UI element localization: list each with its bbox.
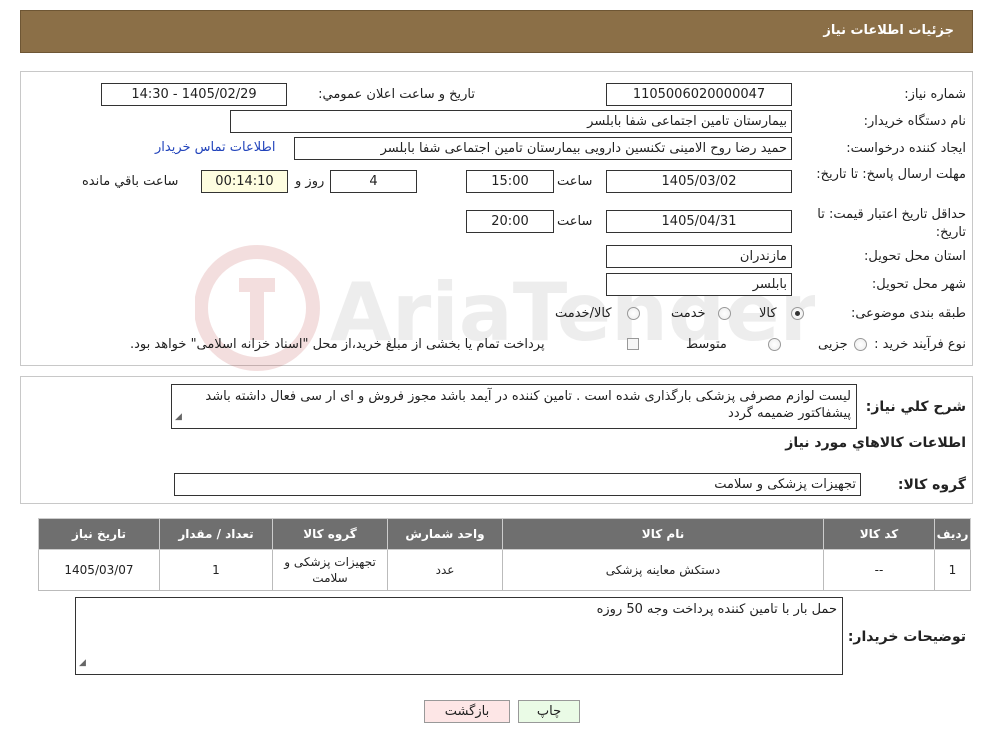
category-service-label: خدمت (671, 306, 706, 321)
province-label: استان محل تحويل: (864, 249, 966, 264)
description-text: لیست لوازم مصرفی پزشکی بارگذاری شده است … (205, 389, 851, 421)
category-service-radio[interactable] (718, 307, 731, 320)
resize-grip-icon[interactable]: ◢ (79, 655, 86, 672)
buyer-notes-text: حمل بار با تامین کننده پرداخت وجه 50 روز… (596, 602, 837, 617)
treasury-bonds-note: پرداخت تمام یا بخشی از مبلغ خرید،از محل … (130, 337, 545, 352)
category-goods-service-label: کالا/خدمت (555, 306, 612, 321)
category-goods-label: کالا (759, 306, 777, 321)
category-goods-radio[interactable] (791, 307, 804, 320)
page-title: جزئیات اطلاعات نیاز (823, 23, 954, 38)
need-number-field: 1105006020000047 (606, 83, 792, 106)
creator-field: حمید رضا روح الامینی تکنسین دارویی بیمار… (294, 137, 792, 160)
days-label: روز و (295, 174, 325, 189)
need-number-label: شماره نیاز: (904, 87, 966, 102)
goods-group-label: گروه کالا: (897, 477, 966, 493)
deadline-date-field: 1405/03/02 (606, 170, 792, 193)
cell-row-number: 1 (934, 549, 971, 591)
items-table-wrap: رديف کد کالا نام کالا واحد شمارش گروه کا… (38, 518, 971, 591)
buyer-contact-link[interactable]: اطلاعات تماس خريدار (155, 140, 275, 155)
deadline-label: مهلت ارسال پاسخ: تا تاريخ: (816, 167, 966, 182)
price-validity-time-field: 20:00 (466, 210, 554, 233)
treasury-bonds-checkbox[interactable] (627, 338, 639, 350)
price-validity-time-label: ساعت (557, 214, 593, 229)
announce-datetime-field: 1405/02/29 - 14:30 (101, 83, 287, 106)
creator-label: ايجاد کننده درخواست: (846, 141, 966, 156)
buyer-notes-label: توضيحات خريدار: (847, 629, 966, 645)
purchase-minor-label: جزیی (818, 337, 848, 352)
buyer-org-field: بیمارستان تامین اجتماعی شفا بابلسر (230, 110, 792, 133)
cell-quantity: 1 (159, 549, 273, 591)
category-label: طبقه بندی موضوعی: (850, 306, 966, 321)
back-button[interactable]: بازگشت (424, 700, 510, 723)
resize-grip-icon[interactable]: ◢ (175, 409, 182, 426)
cell-unit: عدد (387, 549, 503, 591)
purchase-minor-radio[interactable] (854, 338, 867, 351)
col-quantity: تعداد / مقدار (159, 518, 273, 550)
description-textarea[interactable]: لیست لوازم مصرفی پزشکی بارگذاری شده است … (171, 384, 857, 429)
goods-group-field: تجهیزات پزشکی و سلامت (174, 473, 861, 496)
cell-need-date: 1405/03/07 (38, 549, 160, 591)
remaining-time-field: 00:14:10 (201, 170, 288, 193)
purchase-type-label: نوع فرآیند خرید : (874, 337, 966, 352)
announce-datetime-label: تاريخ و ساعت اعلان عمومي: (318, 87, 475, 102)
deadline-time-label: ساعت (557, 174, 593, 189)
cell-goods-name: دستکش معاینه پزشکی (502, 549, 824, 591)
price-validity-label: حداقل تاريخ اعتبار قيمت: تا تاريخ: (817, 207, 966, 240)
buyer-org-label: نام دستگاه خريدار: (863, 114, 966, 129)
col-row-number: رديف (934, 518, 971, 550)
print-button[interactable]: چاپ (518, 700, 580, 723)
remaining-time-label: ساعت باقي مانده (82, 174, 179, 189)
purchase-medium-label: متوسط (686, 337, 727, 352)
col-goods-code: کد کالا (823, 518, 935, 550)
price-validity-date-field: 1405/04/31 (606, 210, 792, 233)
city-label: شهر محل تحويل: (871, 277, 966, 292)
table-row: 1 -- دستکش معاینه پزشکی عدد تجهیزات پزشک… (38, 549, 971, 591)
cell-goods-group: تجهیزات پزشکی و سلامت (272, 549, 388, 591)
days-remaining-field: 4 (330, 170, 417, 193)
province-field: مازندران (606, 245, 792, 268)
goods-info-title: اطلاعات کالاهاي مورد نياز (785, 435, 966, 451)
city-field: بابلسر (606, 273, 792, 296)
table-header-row: رديف کد کالا نام کالا واحد شمارش گروه کا… (38, 518, 971, 550)
items-table: رديف کد کالا نام کالا واحد شمارش گروه کا… (38, 518, 971, 591)
col-need-date: تاريخ نياز (38, 518, 160, 550)
col-unit: واحد شمارش (387, 518, 503, 550)
deadline-time-field: 15:00 (466, 170, 554, 193)
buyer-notes-textarea[interactable]: حمل بار با تامین کننده پرداخت وجه 50 روز… (75, 597, 843, 675)
page-header: جزئیات اطلاعات نیاز (20, 10, 973, 53)
description-label: شرح کلي نياز: (865, 399, 966, 415)
col-goods-name: نام کالا (502, 518, 824, 550)
category-goods-service-radio[interactable] (627, 307, 640, 320)
purchase-medium-radio[interactable] (768, 338, 781, 351)
col-goods-group: گروه کالا (272, 518, 388, 550)
cell-goods-code: -- (823, 549, 935, 591)
